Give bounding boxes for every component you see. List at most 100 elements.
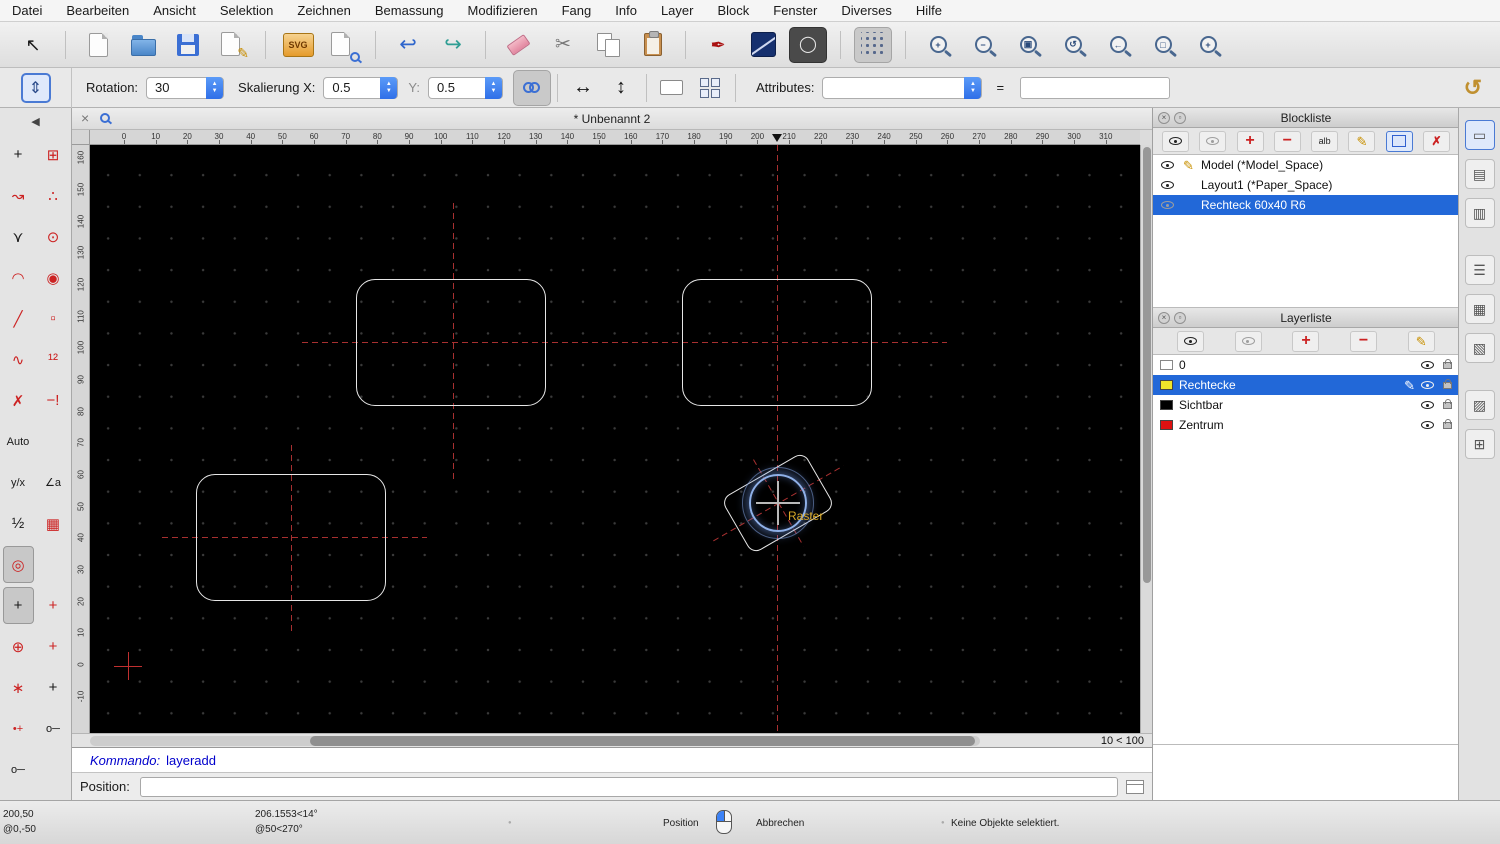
auto-zoom-button[interactable]: ▣ — [1009, 27, 1047, 63]
print-preview-button[interactable] — [324, 27, 362, 63]
zoom-back-button[interactable]: ← — [1099, 27, 1137, 63]
property-pen-button[interactable]: ✒ — [699, 27, 737, 63]
menu-info[interactable]: Info — [615, 3, 637, 18]
open-file-button[interactable] — [124, 27, 162, 63]
menu-layer[interactable]: Layer — [661, 3, 694, 18]
layer-lock-icon[interactable] — [1443, 378, 1452, 389]
layer-visibility-icon[interactable] — [1421, 361, 1434, 369]
vertical-scrollbar[interactable] — [1140, 145, 1152, 733]
position-input[interactable] — [139, 776, 1118, 797]
selection-filter-button[interactable]: ▧ — [1464, 333, 1495, 363]
layer-row[interactable]: Rechtecke ✎ — [1153, 375, 1459, 395]
menu-hilfe[interactable]: Hilfe — [916, 3, 942, 18]
restrict-orthogonal-button[interactable]: y/x — [3, 464, 34, 501]
flip-horizontal-button[interactable]: ↔ — [564, 70, 602, 106]
rotation-dropdown[interactable]: 30 ▲ ▼ — [146, 76, 225, 99]
stepper-icon[interactable]: ▲ ▼ — [380, 76, 398, 99]
construction-lines-button[interactable]: ∗ — [3, 669, 34, 706]
block-row[interactable]: Rechteck 60x40 R6 — [1153, 195, 1459, 215]
block-visibility-icon[interactable] — [1159, 161, 1176, 169]
undo-button[interactable]: ↩ — [389, 27, 427, 63]
layer-row[interactable]: Zentrum — [1153, 415, 1459, 435]
close-block-edit-button[interactable]: ✗ — [1422, 130, 1450, 152]
snap-fraction-button[interactable]: ½ — [3, 505, 34, 542]
array-insert-button[interactable] — [691, 70, 729, 106]
crosshair-box-button[interactable]: ▦ — [38, 505, 69, 542]
snap-distance-button[interactable]: ¹² — [38, 341, 69, 378]
snap-tangent-button[interactable]: ◠ — [3, 259, 34, 296]
layers-toggle-hidden-button[interactable] — [1234, 330, 1262, 352]
block-edit-icon[interactable]: ✎ — [1180, 159, 1197, 172]
menu-modifizieren[interactable]: Modifizieren — [468, 3, 538, 18]
rectangle-block-1[interactable] — [356, 279, 546, 406]
menu-diverses[interactable]: Diverses — [841, 3, 892, 18]
copy-button[interactable] — [589, 27, 627, 63]
menu-fang[interactable]: Fang — [562, 3, 592, 18]
block-row[interactable]: ✎ Model (*Model_Space) — [1153, 155, 1459, 175]
menu-block[interactable]: Block — [717, 3, 749, 18]
menu-selektion[interactable]: Selektion — [220, 3, 273, 18]
attribute-value-input[interactable] — [1020, 76, 1171, 99]
stepper-icon[interactable]: ▲ ▼ — [484, 76, 502, 99]
remove-layer-button[interactable]: − — [1350, 330, 1378, 352]
snap-points-button[interactable]: ∴ — [38, 177, 69, 214]
snap-on-entity-button[interactable]: ╱ — [3, 300, 34, 337]
layer-lock-icon[interactable] — [1443, 418, 1452, 429]
set-relative-zero-button[interactable]: o─ — [3, 751, 34, 788]
plus-point-button[interactable]: + — [38, 669, 69, 706]
crosshair-plus-button[interactable]: + — [38, 587, 69, 624]
stepper-icon[interactable]: ▲ ▼ — [964, 76, 982, 99]
scale-x-dropdown[interactable]: 0.5 ▲ ▼ — [323, 76, 399, 99]
point-plus-button[interactable]: + — [38, 628, 69, 665]
restrict-off-button[interactable]: −! — [38, 382, 69, 419]
block-row[interactable]: Layout1 (*Paper_Space) — [1153, 175, 1459, 195]
block-list-toggle-button[interactable]: ▥ — [1464, 198, 1495, 228]
close-panel-icon[interactable]: × — [1158, 112, 1170, 124]
snap-box-button[interactable]: ▫ — [38, 300, 69, 337]
target-point-button[interactable]: ◎ — [2, 546, 34, 583]
layer-list-toggle-button[interactable]: ▤ — [1464, 159, 1495, 189]
clipboard-panel-button[interactable]: ⊞ — [1464, 429, 1495, 459]
zoom-in-button[interactable]: + — [919, 27, 957, 63]
proportional-scale-button[interactable] — [512, 69, 551, 106]
collapse-panel-button[interactable]: ◀ — [0, 108, 71, 134]
ellipse-tool-button[interactable]: ◯ — [789, 26, 827, 63]
reset-rotation-icon[interactable]: ↺ — [1464, 75, 1482, 101]
command-history-button[interactable]: ▦ — [1464, 294, 1495, 324]
snap-endpoint-button[interactable]: ↝ — [3, 177, 34, 214]
zoom-window-button[interactable]: □ — [1144, 27, 1182, 63]
dot-plus-button[interactable]: •+ — [3, 710, 34, 747]
cut-button[interactable]: ✂ — [544, 27, 582, 63]
edit-layer-button[interactable]: ✎ — [1407, 330, 1435, 352]
snap-auto-button[interactable]: Auto — [3, 423, 34, 460]
snap-grid-button[interactable]: ⊞ — [38, 136, 69, 173]
menu-bemassung[interactable]: Bemassung — [375, 3, 444, 18]
close-panel-icon[interactable]: × — [1158, 312, 1170, 324]
flip-vertical-button[interactable]: ↕ — [602, 70, 640, 106]
edit-block-button[interactable]: ✎ — [1348, 130, 1376, 152]
detach-panel-icon[interactable]: ▫ — [1174, 312, 1186, 324]
redo-button[interactable]: ↪ — [434, 27, 472, 63]
blocks-toggle-hidden-button[interactable] — [1199, 130, 1227, 152]
restrict-angle-button[interactable]: ∠a — [38, 464, 69, 501]
layers-toggle-visible-button[interactable] — [1177, 330, 1205, 352]
menu-bearbeiten[interactable]: Bearbeiten — [66, 3, 129, 18]
rectangle-block-3[interactable] — [196, 474, 386, 601]
blocks-toggle-visible-button[interactable] — [1162, 130, 1189, 152]
menu-zeichnen[interactable]: Zeichnen — [297, 3, 350, 18]
horizontal-scrollbar[interactable] — [90, 736, 980, 746]
rectangle-block-2[interactable] — [682, 279, 872, 406]
layer-row[interactable]: Sichtbar — [1153, 395, 1459, 415]
remove-block-button[interactable]: − — [1273, 130, 1301, 152]
stepper-icon[interactable]: ▲ ▼ — [206, 76, 224, 99]
layer-lock-icon[interactable] — [1443, 398, 1452, 409]
active-tool-button[interactable]: ⇕ — [20, 72, 51, 103]
snap-middle-button[interactable]: ∿ — [3, 341, 34, 378]
delete-eraser-button[interactable] — [499, 27, 537, 63]
grid-toggle-button[interactable] — [854, 26, 892, 63]
scale-y-dropdown[interactable]: 0.5 ▲ ▼ — [427, 76, 503, 99]
menu-fenster[interactable]: Fenster — [773, 3, 817, 18]
reference-point-button[interactable]: ⊕ — [3, 628, 34, 665]
menu-ansicht[interactable]: Ansicht — [153, 3, 196, 18]
library-browser-button[interactable]: ☰ — [1464, 255, 1495, 285]
